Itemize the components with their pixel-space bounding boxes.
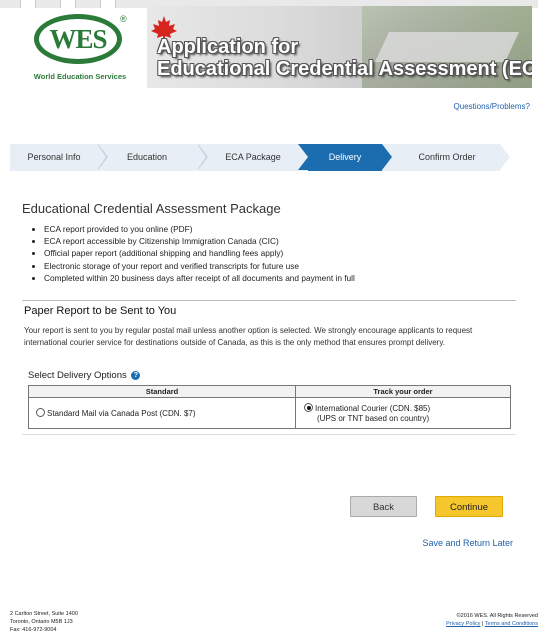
step-separator-inner <box>197 144 206 170</box>
delivery-options-text: Select Delivery Options <box>28 370 127 381</box>
tab-mark <box>20 0 36 8</box>
option-standard-mail[interactable]: Standard Mail via Canada Post (CDN. $7) <box>36 408 196 419</box>
courier-radio[interactable] <box>304 403 313 412</box>
courier-label: International Courier (CDN. $85) <box>315 404 431 413</box>
list-item: Completed within 20 business days after … <box>44 272 355 284</box>
section-divider <box>22 434 516 435</box>
address-line-1: 2 Carlton Street, Suite 1400 <box>10 611 78 617</box>
step-end-arrow <box>500 144 510 170</box>
standard-mail-radio[interactable] <box>36 408 45 417</box>
help-icon[interactable]: ? <box>131 371 141 380</box>
paper-report-title: Paper Report to be Sent to You <box>24 305 177 317</box>
terms-conditions-link[interactable]: Terms and Conditions <box>485 621 538 627</box>
wes-logo[interactable]: WES ® World Education Services <box>28 14 132 86</box>
footer-address: 2 Carlton Street, Suite 1400 Toronto, On… <box>10 610 78 634</box>
list-item: ECA report accessible by Citizenship Imm… <box>44 235 355 247</box>
logo-registered-mark: ® <box>120 14 127 24</box>
step-confirm-order[interactable]: Confirm Order <box>394 144 500 171</box>
header-banner: Application for Educational Credential A… <box>147 6 532 88</box>
title-line-1: Application for <box>157 36 299 58</box>
paper-report-description: Your report is sent to you by regular po… <box>24 326 473 347</box>
column-header-track: Track your order <box>296 386 510 398</box>
title-line-2: Educational Credential Assessment (ECA) <box>157 58 532 80</box>
section-divider <box>22 300 516 301</box>
logo-subtitle: World Education Services <box>33 72 127 81</box>
footer-divider: | <box>481 621 484 627</box>
step-personal-info[interactable]: Personal Info <box>10 144 98 171</box>
list-item: Official paper report (additional shippi… <box>44 247 355 259</box>
back-button[interactable]: Back <box>350 496 417 517</box>
standard-mail-label: Standard Mail via Canada Post (CDN. $7) <box>47 409 196 418</box>
address-line-2: Toronto, Ontario M5B 1J3 <box>10 619 73 625</box>
courier-note: (UPS or TNT based on country) <box>317 414 430 423</box>
footer-legal: ©2016 WES. All Rights Reserved Privacy P… <box>408 612 538 628</box>
step-active-notch <box>298 144 308 170</box>
copyright: ©2016 WES. All Rights Reserved <box>456 613 538 619</box>
list-item: ECA report provided to you online (PDF) <box>44 223 355 235</box>
package-title: Educational Credential Assessment Packag… <box>22 201 281 216</box>
continue-button[interactable]: Continue <box>435 496 503 517</box>
delivery-options-table: Standard Track your order Standard Mail … <box>28 385 511 429</box>
step-active-arrow <box>382 144 392 170</box>
package-features-list: ECA report provided to you online (PDF) … <box>30 223 355 284</box>
page-title: Application for Educational Credential A… <box>157 36 532 80</box>
step-education[interactable]: Education <box>108 144 186 171</box>
delivery-options-label: Select Delivery Options ? <box>28 370 141 381</box>
tab-mark <box>100 0 116 8</box>
progress-steps: Personal Info Education ECA Package Deli… <box>10 144 510 171</box>
list-item: Electronic storage of your report and ve… <box>44 260 355 272</box>
option-international-courier[interactable]: International Courier (CDN. $85) (UPS or… <box>304 403 430 424</box>
app-header: WES ® World Education Services Applicati… <box>0 0 538 94</box>
fax-number: Fax: 416-972-9004 <box>10 627 57 633</box>
column-header-standard: Standard <box>29 386 295 398</box>
save-and-return-later-link[interactable]: Save and Return Later <box>422 538 513 548</box>
step-delivery[interactable]: Delivery <box>308 144 382 171</box>
step-eca-package[interactable]: ECA Package <box>208 144 298 171</box>
step-separator-inner <box>97 144 106 170</box>
column-divider <box>295 386 296 428</box>
logo-text: WES <box>49 24 107 54</box>
privacy-policy-link[interactable]: Privacy Policy <box>446 621 480 627</box>
questions-problems-link[interactable]: Questions/Problems? <box>454 102 530 111</box>
tab-mark <box>60 0 76 8</box>
